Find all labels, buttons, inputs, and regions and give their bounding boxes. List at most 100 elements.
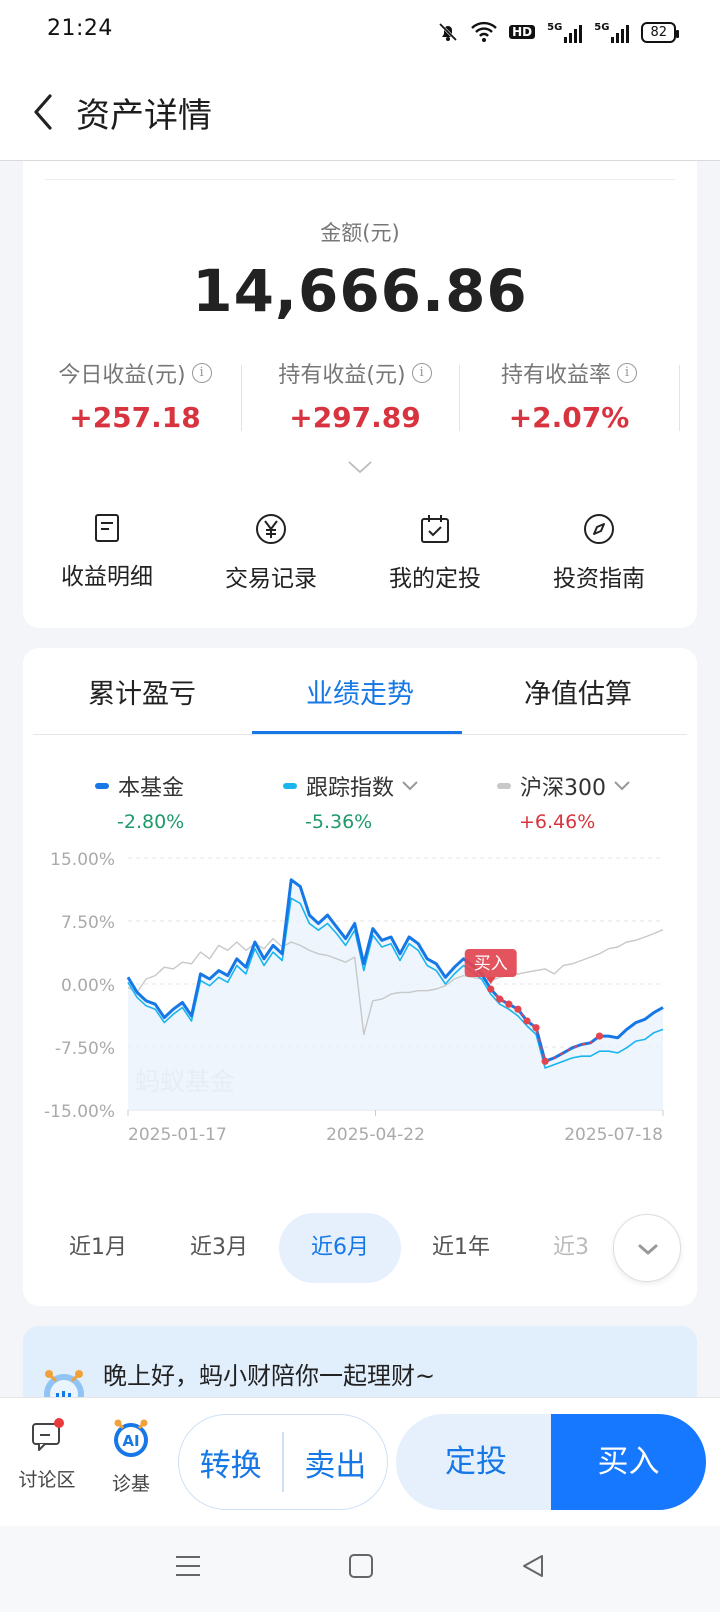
mute-bell-icon	[439, 22, 458, 42]
buy-marker-label: 买入	[474, 954, 508, 974]
x-tick-label: 2025-07-18	[564, 1125, 663, 1145]
status-icons: HD 5G 5G 82	[437, 18, 679, 46]
divider	[241, 365, 242, 431]
legend-item-tracking-index[interactable]: 跟踪指数 -5.36%	[283, 770, 420, 833]
stat-value: +257.18	[69, 401, 201, 434]
stat-today-profit[interactable]: 今日收益(元) i +257.18	[23, 357, 247, 434]
legend-name: 本基金	[118, 776, 185, 801]
battery-icon: 82	[641, 21, 679, 43]
range-6m[interactable]: 近6月	[279, 1213, 401, 1283]
action-trade-records[interactable]: 交易记录	[187, 513, 355, 593]
stat-holding-profit[interactable]: 持有收益(元) i +297.89	[243, 357, 467, 434]
legend-name: 沪深300	[520, 776, 606, 801]
range-1m[interactable]: 近1月	[37, 1213, 159, 1283]
legend-value: -5.36%	[305, 811, 373, 833]
yen-circle-icon	[256, 514, 286, 544]
status-bar: 21:24 HD 5G 5G 82	[0, 0, 720, 64]
legend-swatch	[95, 783, 109, 789]
convert-button[interactable]: 转换	[179, 1440, 282, 1485]
divider	[45, 179, 675, 180]
stat-holding-rate[interactable]: 持有收益率 i +2.07%	[457, 357, 681, 434]
y-tick-label: 15.00%	[50, 850, 115, 870]
home-icon[interactable]	[348, 1553, 374, 1579]
amount-label: 金额(元)	[320, 221, 400, 245]
system-nav-bar	[0, 1526, 720, 1612]
range-3m[interactable]: 近3月	[158, 1213, 280, 1283]
stat-value: +297.89	[289, 401, 421, 434]
y-tick-label: -7.50%	[55, 1039, 115, 1059]
range-1y[interactable]: 近1年	[400, 1213, 522, 1283]
asset-summary-card: 金额(元) 14,666.86 今日收益(元) i +257.18 持有收益(元)…	[23, 161, 697, 628]
fund-area	[128, 879, 663, 1110]
hd-badge: HD	[509, 25, 536, 39]
y-tick-label: -15.00%	[44, 1102, 115, 1122]
menu-icon[interactable]	[175, 1554, 201, 1578]
y-tick-label: 0.00%	[61, 976, 115, 996]
compass-icon	[584, 514, 614, 544]
performance-card: 累计盈亏 业绩走势 净值估算 本基金 -2.80% 跟踪指数 -5.36% 沪深…	[23, 648, 697, 1306]
x-tick-label: 2025-04-22	[326, 1125, 425, 1145]
chevron-down-icon	[638, 1244, 658, 1255]
diagnose-label: 诊基	[111, 1473, 150, 1495]
action-invest-guide[interactable]: 投资指南	[515, 513, 683, 593]
legend-item-fund[interactable]: 本基金 -2.80%	[95, 770, 184, 833]
tab-performance-trend[interactable]: 业绩走势	[251, 672, 469, 711]
range-3y[interactable]: 近3	[553, 1213, 593, 1283]
legend-swatch	[283, 783, 297, 789]
bottom-action-bar: 讨论区 AI 诊基 转换 卖出 定投 买入	[0, 1398, 720, 1526]
expand-chevron-icon[interactable]	[348, 461, 372, 475]
tab-divider	[33, 734, 687, 735]
chevron-down-icon	[614, 781, 630, 791]
x-tick-label: 2025-01-17	[128, 1125, 227, 1145]
chevron-down-icon	[402, 781, 418, 791]
sell-button[interactable]: 卖出	[284, 1440, 387, 1485]
stat-label: 今日收益(元)	[58, 363, 186, 388]
back-arrow-icon[interactable]	[28, 92, 64, 132]
action-label: 我的定投	[389, 566, 481, 592]
stat-label: 持有收益(元)	[278, 363, 406, 388]
amount-value: 14,666.86	[192, 257, 528, 325]
info-icon[interactable]: i	[617, 363, 637, 383]
diagnose-button[interactable]: AI 诊基	[96, 1418, 166, 1496]
stat-value: +2.07%	[508, 401, 630, 434]
discussion-label: 讨论区	[18, 1469, 76, 1491]
app-header: 资产详情	[0, 64, 720, 161]
chat-icon	[32, 1418, 64, 1451]
active-tab-indicator	[252, 731, 462, 734]
back-triangle-icon[interactable]	[520, 1553, 546, 1579]
y-tick-label: 7.50%	[61, 913, 115, 933]
action-profit-detail[interactable]: 收益明细	[23, 513, 191, 591]
action-row: 收益明细 交易记录 我的定投 投资指南	[23, 513, 697, 603]
buy-button[interactable]: 买入	[551, 1414, 706, 1510]
stats-row: 今日收益(元) i +257.18 持有收益(元) i +297.89 持有收益率 i…	[23, 357, 697, 437]
document-icon	[95, 514, 119, 542]
status-time: 21:24	[47, 16, 113, 41]
ai-diagnose-icon: AI	[114, 1419, 148, 1457]
greeting-text: 晚上好，蚂小财陪你一起理财~	[103, 1362, 436, 1390]
wifi-icon	[471, 21, 497, 42]
svg-text:AI: AI	[122, 1432, 139, 1450]
more-ranges-button[interactable]	[613, 1214, 681, 1282]
tab-cumulative-pnl[interactable]: 累计盈亏	[33, 672, 251, 711]
signal-5g-2: 5G	[594, 22, 630, 43]
info-icon[interactable]: i	[411, 363, 432, 383]
action-label: 交易记录	[225, 566, 317, 592]
legend-swatch	[497, 783, 511, 789]
page-title: 资产详情	[76, 96, 212, 136]
legend-name: 跟踪指数	[306, 776, 395, 801]
convert-sell-group: 转换 卖出	[178, 1414, 388, 1510]
legend-value: +6.46%	[519, 811, 596, 833]
buy-point-marker	[505, 1000, 513, 1008]
sip-button[interactable]: 定投	[396, 1414, 556, 1510]
action-label: 收益明细	[61, 564, 153, 590]
range-selector: 近1月 近3月 近6月 近1年 近3	[23, 1213, 697, 1283]
info-icon[interactable]: i	[191, 363, 212, 383]
performance-chart[interactable]: 15.00% 7.50% 0.00% -7.50% -15.00% 2025-01-17 2…	[23, 848, 697, 1168]
discussion-button[interactable]: 讨论区	[12, 1418, 82, 1492]
legend-value: -2.80%	[117, 811, 185, 833]
action-label: 投资指南	[553, 566, 645, 592]
tab-nav-estimate[interactable]: 净值估算	[469, 672, 687, 711]
signal-5g-1: 5G	[547, 22, 583, 43]
legend-item-csi300[interactable]: 沪深300 +6.46%	[497, 770, 632, 833]
action-my-sip[interactable]: 我的定投	[351, 513, 519, 593]
